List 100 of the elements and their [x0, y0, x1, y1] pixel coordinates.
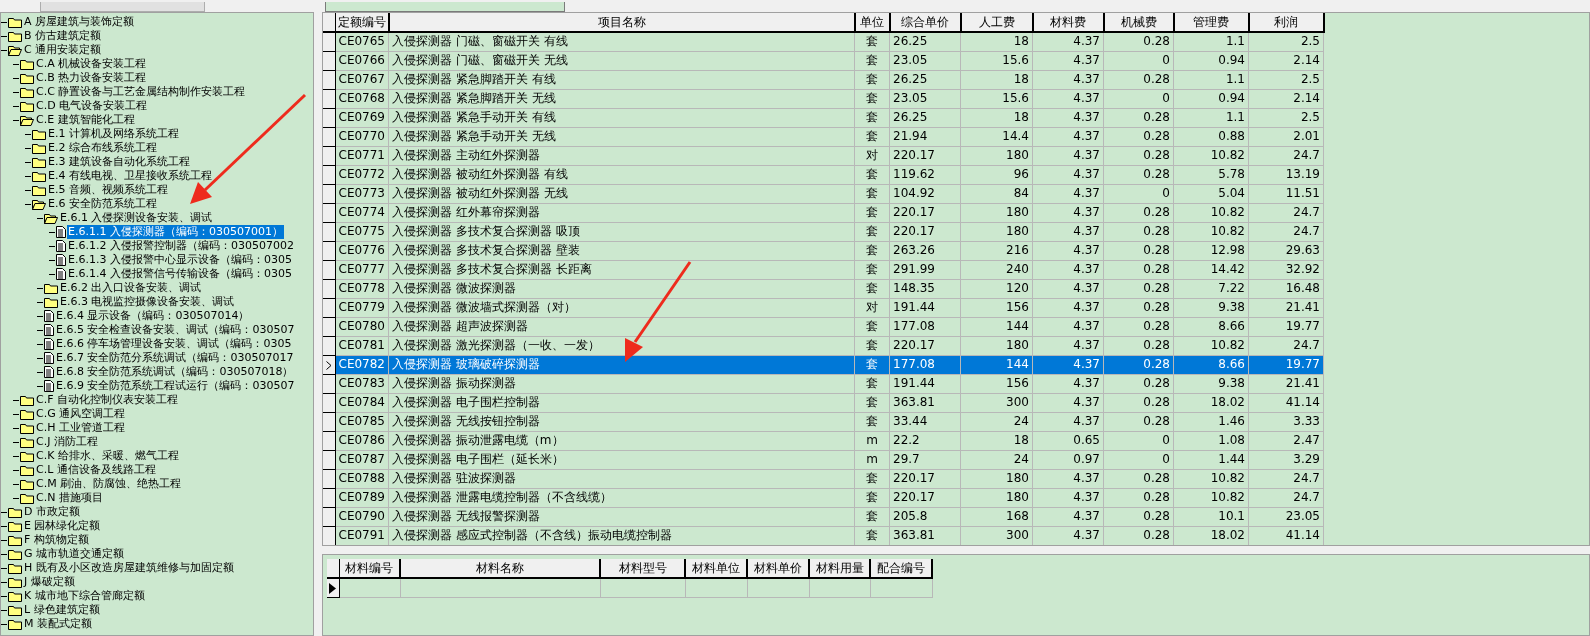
tree-item[interactable]: E.3 建筑设备自动化系统工程: [47, 155, 191, 169]
tree-item[interactable]: C.N 措施项目: [35, 491, 104, 505]
tree-item[interactable]: D 市政定额: [23, 505, 81, 519]
tree-item[interactable]: C.B 热力设备安装工程: [35, 71, 148, 85]
tree-item[interactable]: C.E 建筑智能化工程: [35, 113, 136, 127]
table-cell: 21.94: [889, 127, 961, 146]
column-header[interactable]: 项目名称: [388, 13, 855, 32]
tree-item[interactable]: K 城市地下综合管廊定额: [23, 589, 146, 603]
table-cell: 1.1: [1173, 32, 1249, 51]
tree-item[interactable]: C.J 消防工程: [35, 435, 99, 449]
table-cell: 入侵探测器 微波墙式探测器（对）: [388, 298, 855, 317]
tree-item[interactable]: G 城市轨道交通定额: [23, 547, 126, 561]
tree-item[interactable]: C.G 通风空调工程: [35, 407, 127, 421]
tree-item[interactable]: B 仿古建筑定额: [23, 29, 103, 43]
table-cell: 入侵探测器 无线报警探测器: [388, 507, 855, 526]
table-cell: 177.08: [889, 317, 961, 336]
column-header[interactable]: 材料编号: [339, 559, 400, 578]
tree-item[interactable]: F 构筑物定额: [23, 533, 90, 547]
table-cell: 4.37: [1032, 507, 1104, 526]
table-cell: 0.28: [1103, 374, 1174, 393]
tree-item[interactable]: E.6.1.2 入侵报警控制器（编码：030507002: [67, 239, 295, 253]
table-cell: 套: [854, 279, 890, 298]
column-header[interactable]: 材料单价: [747, 559, 809, 578]
tree-item[interactable]: E.6.6 停车场管理设备安装、调试（编码：0305: [55, 337, 293, 351]
table-cell: 0.28: [1103, 165, 1174, 184]
column-header[interactable]: 配合编号: [870, 559, 932, 578]
tree-item[interactable]: E.6.1.3 入侵报警中心显示设备（编码：0305: [67, 253, 293, 267]
tree-item[interactable]: C.A 机械设备安装工程: [35, 57, 148, 71]
tree-item[interactable]: J 爆破定额: [23, 575, 76, 589]
table-cell: 0.28: [1103, 279, 1174, 298]
tree-item[interactable]: E.6.8 安全防范系统调试（编码：030507018）: [55, 365, 295, 379]
table-cell: 5.04: [1173, 184, 1249, 203]
table-cell: 220.17: [889, 336, 961, 355]
column-header[interactable]: 单位: [854, 13, 890, 32]
tree-item[interactable]: H 既有及小区改造房屋建筑维修与加固定额: [23, 561, 235, 575]
column-header[interactable]: 利润: [1248, 13, 1324, 32]
table-cell: 7.22: [1173, 279, 1249, 298]
tree-item[interactable]: E.6.4 显示设备（编码：030507014）: [55, 309, 251, 323]
tree-item[interactable]: E.6.2 出入口设备安装、调试: [59, 281, 203, 295]
table-cell: 入侵探测器 电子围栏（延长米）: [388, 450, 855, 469]
column-header[interactable]: 定额编号: [335, 13, 389, 32]
table-cell: 4.37: [1032, 279, 1104, 298]
table-cell: CE0784: [335, 393, 389, 412]
column-header[interactable]: 材料型号: [600, 559, 685, 578]
column-header[interactable]: 综合单价: [889, 13, 961, 32]
table-cell: 0.28: [1103, 70, 1174, 89]
tree-item[interactable]: E 园林绿化定额: [23, 519, 102, 533]
tree-item[interactable]: E.5 音频、视频系统工程: [47, 183, 169, 197]
column-header[interactable]: 管理费: [1173, 13, 1249, 32]
table-cell: CE0788: [335, 469, 389, 488]
table-cell: 入侵探测器 紧急脚踏开关 有线: [388, 70, 855, 89]
table-cell: 4.37: [1032, 298, 1104, 317]
table-cell: CE0766: [335, 51, 389, 70]
table-cell: 4.37: [1032, 336, 1104, 355]
table-cell: 156: [960, 298, 1033, 317]
tree-item[interactable]: C 通用安装定额: [23, 43, 103, 57]
table-cell: 0.28: [1103, 355, 1174, 374]
tree-item[interactable]: E.6.1.1 入侵探测器（编码：030507001）: [67, 225, 284, 239]
table-cell: 23.05: [889, 51, 961, 70]
table-cell: 4.37: [1032, 317, 1104, 336]
table-cell: 0: [1103, 450, 1174, 469]
tree-item[interactable]: M 装配式定额: [23, 617, 93, 631]
table-cell: 2.5: [1248, 108, 1324, 127]
tree-item[interactable]: C.K 给排水、采暖、燃气工程: [35, 449, 180, 463]
table-cell: CE0786: [335, 431, 389, 450]
column-header[interactable]: 材料用量: [809, 559, 870, 578]
tree-item[interactable]: C.F 自动化控制仪表安装工程: [35, 393, 179, 407]
tree-item[interactable]: C.D 电气设备安装工程: [35, 99, 149, 113]
tree-item[interactable]: C.L 通信设备及线路工程: [35, 463, 157, 477]
column-header[interactable]: 材料单位: [685, 559, 747, 578]
tree-item[interactable]: E.6 安全防范系统工程: [47, 197, 158, 211]
tree-item[interactable]: C.H 工业管道工程: [35, 421, 126, 435]
table-cell: 26.25: [889, 32, 961, 51]
column-header[interactable]: 材料名称: [400, 559, 600, 578]
tree-item[interactable]: E.6.1 入侵探测设备安装、调试: [59, 211, 214, 225]
table-cell: CE0773: [335, 184, 389, 203]
table-cell: 1.46: [1173, 412, 1249, 431]
table-cell: 10.82: [1173, 336, 1249, 355]
column-header[interactable]: 人工费: [960, 13, 1033, 32]
tree-item[interactable]: C.M 刷油、防腐蚀、绝热工程: [35, 477, 183, 491]
table-cell: CE0767: [335, 70, 389, 89]
table-cell: 8.66: [1173, 355, 1249, 374]
tree-item[interactable]: E.4 有线电视、卫星接收系统工程: [47, 169, 213, 183]
tree-item[interactable]: E.6.3 电视监控摄像设备安装、调试: [59, 295, 236, 309]
tree-item[interactable]: L 绿色建筑定额: [23, 603, 101, 617]
tree-item[interactable]: E.6.5 安全检查设备安装、调试（编码：030507: [55, 323, 296, 337]
tree-item[interactable]: E.6.9 安全防范系统工程试运行（编码：030507: [55, 379, 296, 393]
tree-item[interactable]: E.2 综合布线系统工程: [47, 141, 158, 155]
tree-item[interactable]: E.1 计算机及网络系统工程: [47, 127, 180, 141]
table-cell: 入侵探测器 紧急手动开关 无线: [388, 127, 855, 146]
tree-item[interactable]: E.6.7 安全防范分系统调试（编码：030507017: [55, 351, 295, 365]
tree-item[interactable]: C.C 静置设备与工艺金属结构制作安装工程: [35, 85, 247, 99]
tree-item[interactable]: E.6.1.4 入侵报警信号传输设备（编码：0305: [67, 267, 293, 281]
table-cell: 10.82: [1173, 203, 1249, 222]
table-cell: 23.05: [889, 89, 961, 108]
table-cell: 入侵探测器 门磁、窗磁开关 有线: [388, 32, 855, 51]
tree-item[interactable]: A 房屋建筑与装饰定额: [23, 15, 136, 29]
table-cell: 191.44: [889, 374, 961, 393]
column-header[interactable]: 材料费: [1032, 13, 1104, 32]
column-header[interactable]: 机械费: [1103, 13, 1174, 32]
